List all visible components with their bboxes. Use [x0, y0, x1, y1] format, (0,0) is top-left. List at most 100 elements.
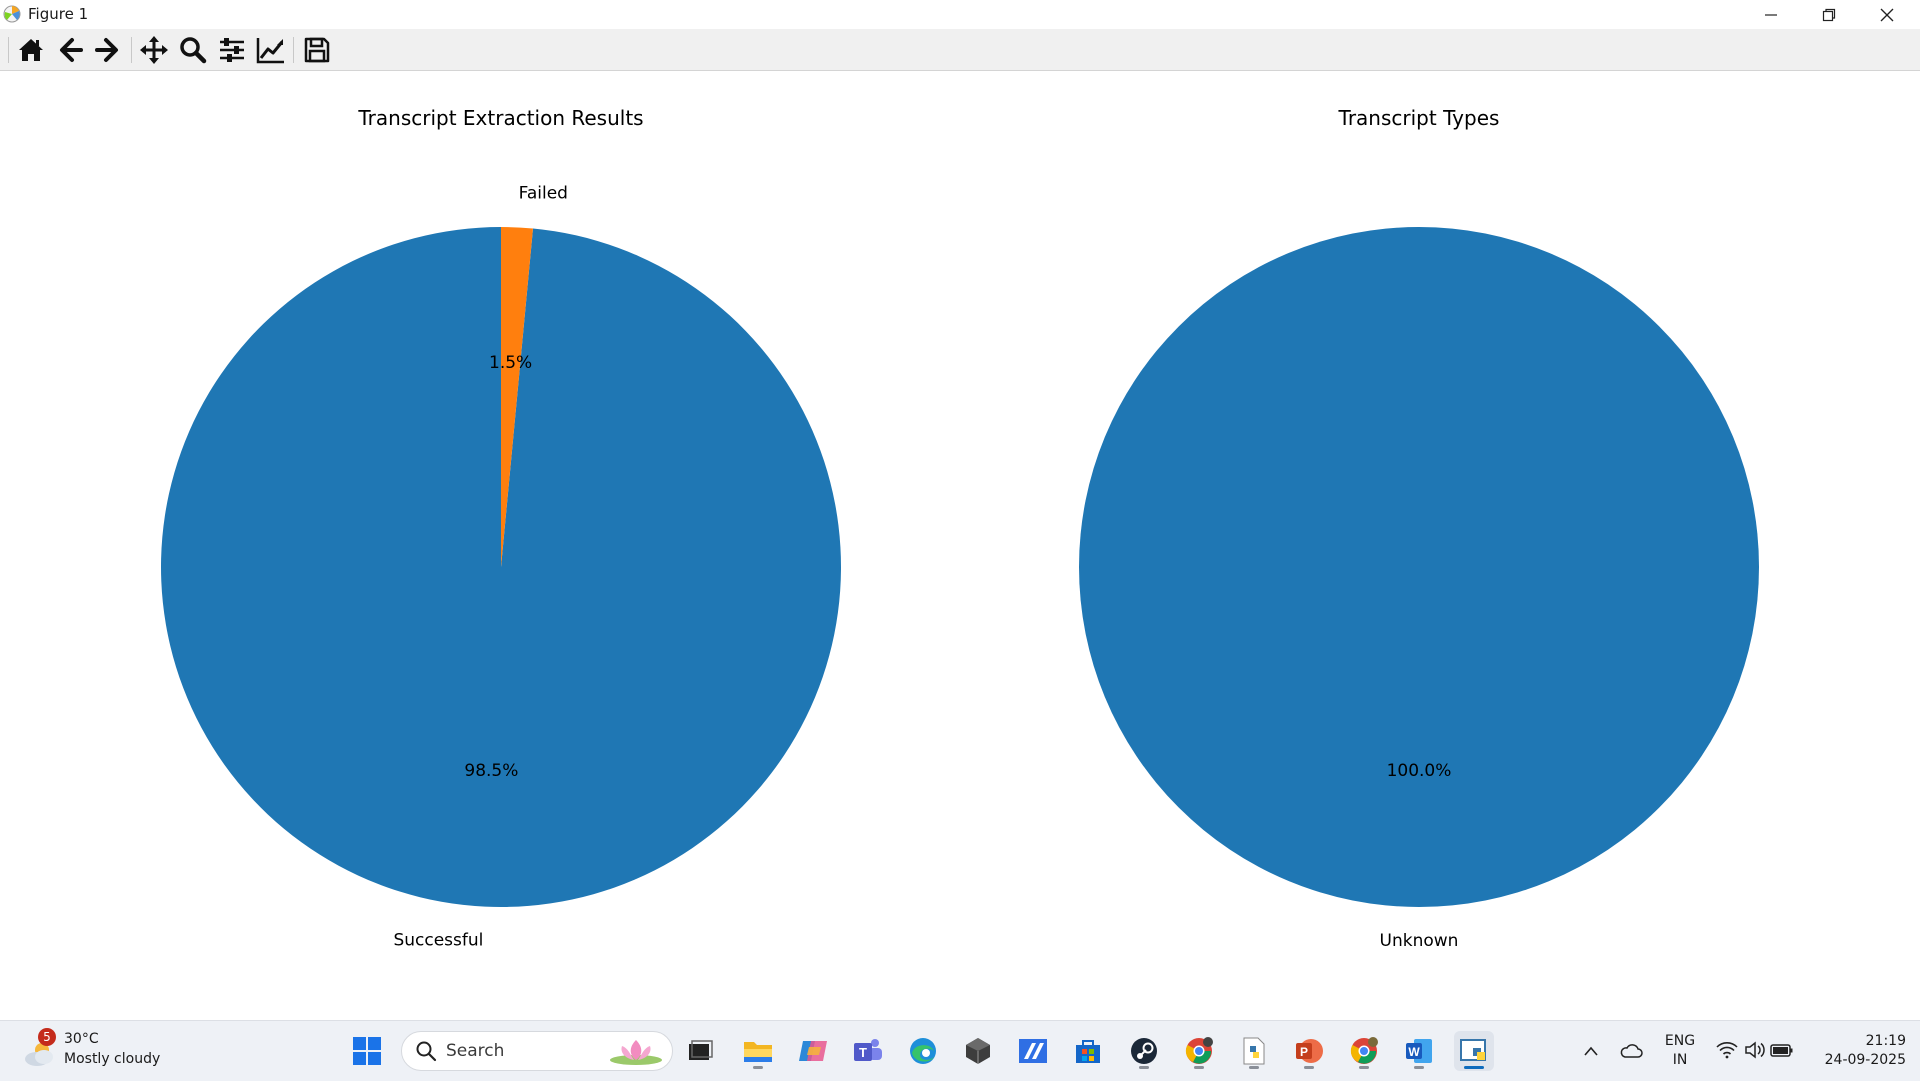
teams-icon: T — [854, 1039, 882, 1061]
restore-button[interactable] — [1800, 0, 1858, 29]
pie-chart-extraction-results: Transcript Extraction Results Successful 9… — [161, 106, 842, 951]
running-indicator — [753, 1066, 763, 1069]
forward-button[interactable] — [91, 33, 125, 67]
home-icon — [19, 39, 43, 61]
start-icon — [353, 1037, 381, 1065]
figure-canvas: Transcript Extraction Results Successful 9… — [161, 106, 1759, 951]
pan-button[interactable] — [137, 33, 171, 67]
title-bar: Figure 1 — [0, 0, 1920, 29]
edit-axis-button[interactable] — [254, 33, 288, 67]
floppy-disk-icon — [304, 37, 330, 63]
chevron-up-icon — [1584, 1046, 1598, 1056]
pie-percent-successful: 98.5% — [464, 761, 518, 781]
copilot-icon — [799, 1041, 827, 1061]
chrome-profile-button[interactable] — [1344, 1031, 1384, 1071]
svg-text:W: W — [1408, 1045, 1420, 1059]
clock[interactable]: 21:19 24-09-2025 — [1810, 1031, 1906, 1071]
running-indicator — [1249, 1066, 1259, 1069]
edge-icon — [910, 1038, 936, 1064]
svg-text:P: P — [1300, 1045, 1308, 1059]
start-button[interactable] — [347, 1031, 387, 1071]
pie-label-unknown: Unknown — [1380, 931, 1459, 951]
window-title: Figure 1 — [28, 5, 89, 23]
clock-time: 21:19 — [1865, 1033, 1906, 1049]
matplotlib-icon — [3, 5, 21, 23]
toolbar-separator — [8, 37, 9, 63]
obsidian-icon — [966, 1038, 990, 1064]
input-language-indicator[interactable]: ENG IN — [1655, 1031, 1705, 1071]
minimize-button[interactable] — [1742, 0, 1800, 29]
weather-widget[interactable]: 5 30°C Mostly cloudy — [20, 1028, 170, 1074]
home-button[interactable] — [14, 33, 48, 67]
taskbar: 5 30°C Mostly cloudy Search T P W ENG IN… — [0, 1020, 1920, 1081]
region-code: IN — [1672, 1052, 1688, 1068]
clock-date: 24-09-2025 — [1824, 1052, 1906, 1068]
word-icon: W — [1406, 1039, 1432, 1063]
running-indicator — [1359, 1066, 1369, 1069]
toolbar-separator — [131, 37, 132, 63]
wifi-icon — [1716, 1042, 1738, 1059]
running-indicator — [1304, 1066, 1314, 1069]
show-hidden-icons-button[interactable] — [1573, 1031, 1609, 1071]
quick-settings-button[interactable] — [1712, 1035, 1796, 1067]
app-icon — [1019, 1039, 1047, 1063]
magnifier-icon — [180, 37, 207, 64]
taskbar-search[interactable]: Search — [401, 1031, 673, 1071]
steam-icon — [1131, 1038, 1157, 1064]
weather-alert-badge: 5 — [38, 1028, 56, 1046]
file-explorer-button[interactable] — [738, 1031, 778, 1071]
close-icon — [1880, 8, 1894, 21]
language-code: ENG — [1664, 1033, 1696, 1049]
minimize-icon — [1765, 13, 1777, 16]
search-icon — [416, 1041, 437, 1062]
matplotlib-icon — [1460, 1039, 1486, 1061]
arrow-right-icon — [95, 38, 118, 62]
steam-button[interactable] — [1124, 1031, 1164, 1071]
copilot-button[interactable] — [793, 1031, 833, 1071]
volume-icon — [1745, 1041, 1765, 1059]
sliders-icon — [220, 38, 244, 62]
weather-temperature: 30°C — [64, 1031, 99, 1047]
search-highlight-icon — [610, 1040, 662, 1065]
teams-button[interactable]: T — [848, 1031, 888, 1071]
onedrive-button[interactable] — [1613, 1031, 1649, 1071]
toolbar-separator — [293, 37, 294, 63]
pie-percent-unknown: 100.0% — [1387, 761, 1452, 781]
line-chart-icon — [256, 38, 284, 64]
python-file-icon — [1243, 1037, 1265, 1065]
navigation-toolbar — [0, 29, 1920, 71]
running-indicator — [1414, 1066, 1424, 1069]
chart-title: Transcript Types — [1338, 106, 1500, 130]
store-icon — [1076, 1040, 1100, 1063]
restore-icon — [1822, 8, 1836, 21]
configure-subplots-button[interactable] — [215, 33, 249, 67]
back-button[interactable] — [53, 33, 87, 67]
matplotlib-taskbar-button[interactable] — [1454, 1031, 1494, 1071]
chrome-icon — [1185, 1037, 1213, 1064]
active-indicator — [1464, 1066, 1484, 1069]
obsidian-button[interactable] — [958, 1031, 998, 1071]
pie-label-failed: Failed — [519, 183, 568, 203]
weather-condition: Mostly cloudy — [64, 1051, 161, 1067]
task-view-icon — [689, 1040, 713, 1060]
file-explorer-icon — [744, 1042, 772, 1062]
edge-button[interactable] — [903, 1031, 943, 1071]
close-button[interactable] — [1858, 0, 1916, 29]
chrome-profile-icon — [1350, 1037, 1378, 1064]
zoom-button[interactable] — [176, 33, 210, 67]
word-button[interactable]: W — [1399, 1031, 1439, 1071]
svg-text:T: T — [859, 1045, 867, 1060]
move-icon — [140, 36, 168, 64]
save-button[interactable] — [300, 33, 334, 67]
powerpoint-button[interactable]: P — [1289, 1031, 1329, 1071]
pie-label-successful: Successful — [393, 931, 483, 951]
pinned-app-button[interactable] — [1013, 1031, 1053, 1071]
pie-percent-failed: 1.5% — [489, 353, 532, 373]
chart-title: Transcript Extraction Results — [357, 106, 643, 130]
pie-wedge-unknown — [1079, 227, 1759, 907]
python-file-button[interactable] — [1234, 1031, 1274, 1071]
store-button[interactable] — [1068, 1031, 1108, 1071]
chrome-button[interactable] — [1179, 1031, 1219, 1071]
battery-icon — [1770, 1044, 1793, 1057]
task-view-button[interactable] — [680, 1031, 720, 1071]
